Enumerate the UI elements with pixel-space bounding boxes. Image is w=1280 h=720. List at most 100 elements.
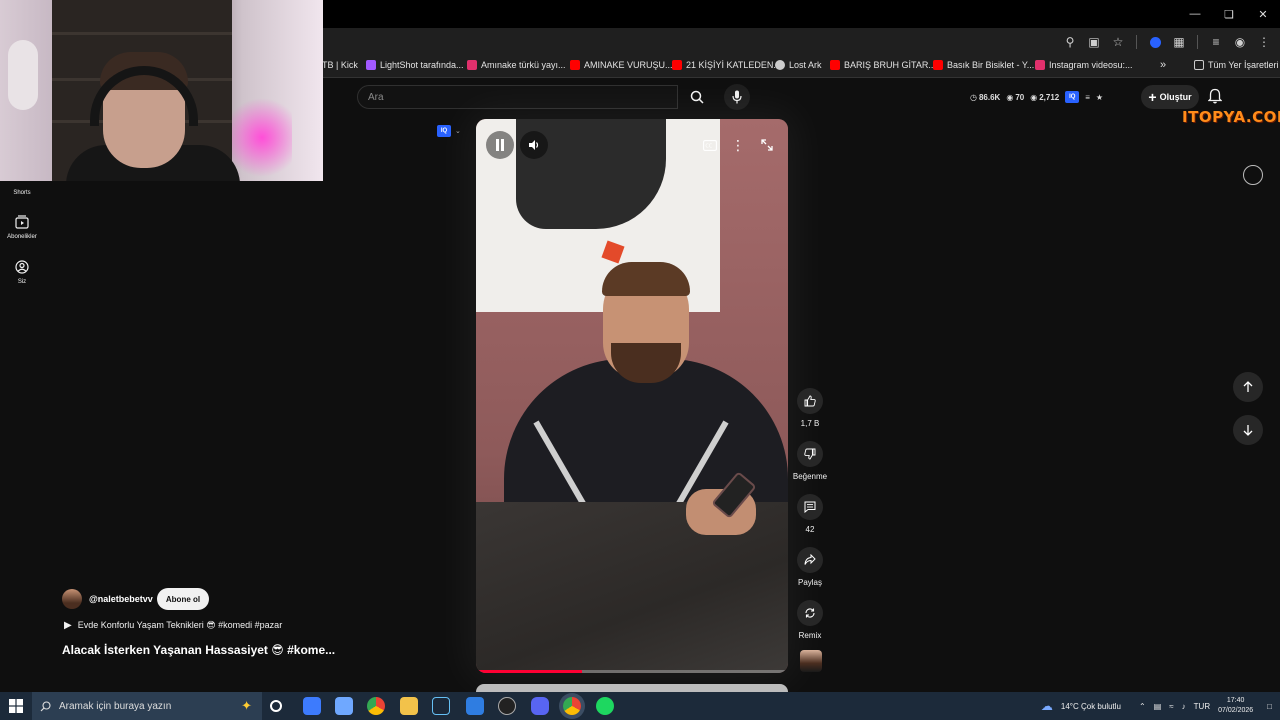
- instagram-icon: [1035, 60, 1045, 70]
- account-avatar[interactable]: [1243, 165, 1263, 185]
- windows-icon: [9, 699, 23, 713]
- zoom-icon[interactable]: ⚲: [1060, 32, 1080, 52]
- start-button[interactable]: [0, 692, 32, 720]
- bookmark-item[interactable]: Lost Ark: [775, 60, 822, 70]
- search-icon: [40, 700, 51, 711]
- views-stat: 86.6K: [978, 92, 1001, 102]
- comments-button[interactable]: 42: [790, 494, 830, 534]
- app-icon[interactable]: [303, 697, 321, 715]
- channel-avatar[interactable]: [62, 589, 82, 609]
- app-icon[interactable]: [498, 697, 516, 715]
- windows-taskbar: Aramak için buraya yazın ✦ ☁ 14°C Çok bu…: [0, 692, 1280, 720]
- star-icon[interactable]: ☆: [1108, 32, 1128, 52]
- instagram-icon: [467, 60, 477, 70]
- captions-button[interactable]: CC: [696, 131, 724, 159]
- create-button[interactable]: + Oluştur: [1141, 85, 1199, 109]
- guide-subscriptions[interactable]: Abonelikler: [0, 214, 44, 240]
- bookmark-item[interactable]: LightShot tarafında...: [366, 60, 464, 70]
- file-explorer-icon[interactable]: [400, 697, 418, 715]
- search-input[interactable]: Ara: [357, 85, 678, 109]
- bookmark-item[interactable]: AMINAKE VURUŞU...: [570, 60, 673, 70]
- close-button[interactable]: ✕: [1246, 0, 1280, 28]
- network-icon[interactable]: ▤: [1154, 702, 1162, 711]
- like-button[interactable]: 1,7 B: [790, 388, 830, 428]
- extension-iq-icon[interactable]: [1145, 32, 1165, 52]
- next-short-preview[interactable]: [476, 684, 788, 692]
- channel-avatar-thumb[interactable]: [800, 650, 822, 672]
- bookmark-item[interactable]: TB | Kick: [322, 60, 358, 70]
- subscribe-button[interactable]: Abone ol: [157, 588, 209, 610]
- clock-date: 07/02/2026: [1218, 707, 1254, 714]
- bookmark-item[interactable]: BARIŞ BRUH GİTAR...: [830, 60, 936, 70]
- chrome-icon[interactable]: [367, 697, 385, 715]
- profile-icon[interactable]: ◉: [1230, 32, 1250, 52]
- list-icon[interactable]: ≡: [1085, 93, 1090, 102]
- arrow-up-icon: [1243, 381, 1253, 392]
- all-bookmarks-folder[interactable]: Tüm Yer İşaretleri: [1194, 60, 1279, 70]
- guide-you[interactable]: Siz: [0, 259, 44, 285]
- weather-icon: ☁: [1040, 699, 1053, 713]
- youtube-icon: [830, 60, 840, 70]
- install-app-icon[interactable]: ▣: [1084, 32, 1104, 52]
- weather-text[interactable]: 14°C Çok bulutlu: [1061, 702, 1121, 711]
- bookmarks-overflow-icon[interactable]: »: [1160, 59, 1166, 71]
- voice-search-button[interactable]: [724, 84, 750, 110]
- shorts-player[interactable]: CC ⋮: [476, 119, 788, 673]
- trophy-icon[interactable]: ★: [1096, 93, 1103, 102]
- cortana-icon[interactable]: [270, 700, 282, 712]
- previous-short-button[interactable]: [1233, 372, 1263, 402]
- store-icon[interactable]: [335, 697, 353, 715]
- clock-icon: ◷: [970, 92, 977, 102]
- app-icon[interactable]: [466, 697, 484, 715]
- pause-icon: [496, 139, 504, 151]
- iq-player-badge[interactable]: IQ ⌄: [437, 125, 461, 137]
- pause-button[interactable]: [486, 131, 514, 159]
- dislike-button[interactable]: Beğenme: [790, 441, 830, 481]
- svg-text:CC: CC: [705, 143, 712, 149]
- bookmark-item[interactable]: Instagram videosu:...: [1035, 60, 1133, 70]
- volume-icon: [529, 140, 539, 150]
- video-title[interactable]: Alacak İsterken Yaşanan Hassasiyet 😎 #ko…: [62, 643, 335, 657]
- discord-icon[interactable]: [531, 697, 549, 715]
- menu-dots-icon[interactable]: ⋮: [1254, 32, 1274, 52]
- more-vert-icon: ⋮: [731, 136, 745, 153]
- thumbs-up-icon: [797, 388, 823, 414]
- language-indicator[interactable]: TUR: [1194, 702, 1210, 711]
- youtube-icon: [933, 60, 943, 70]
- more-options-button[interactable]: ⋮: [724, 131, 752, 159]
- bookmark-item[interactable]: Amınake türkü yayı...: [467, 60, 566, 70]
- subs-stat: 2,712: [1039, 92, 1060, 102]
- search-button[interactable]: [678, 85, 716, 109]
- extension-stats: ◷ 86.6K ◉ 70 ◉ 2,712 IQ ≡ ★: [970, 91, 1103, 103]
- minimize-button[interactable]: —: [1178, 0, 1212, 28]
- spotify-icon[interactable]: [596, 697, 614, 715]
- progress-bar-fill: [476, 670, 583, 673]
- media-control-icon[interactable]: ≡: [1206, 32, 1226, 52]
- mic-icon: [732, 90, 742, 104]
- notifications-button[interactable]: [1207, 88, 1223, 109]
- taskbar-search[interactable]: Aramak için buraya yazın ✦: [32, 692, 262, 720]
- bookmark-item[interactable]: Basık Bir Bisiklet - Y...: [933, 60, 1034, 70]
- fullscreen-button[interactable]: [753, 131, 781, 159]
- system-tray: ☁ 14°C Çok bulutlu ⌃ ▤ ≈ ♪ TUR 17:40 07/…: [1041, 692, 1280, 720]
- restore-button[interactable]: ❏: [1212, 0, 1246, 28]
- chevron-up-icon[interactable]: ⌃: [1139, 702, 1146, 711]
- notification-center-icon[interactable]: □: [1267, 702, 1272, 711]
- volume-button[interactable]: [520, 131, 548, 159]
- bookmark-item[interactable]: 21 KİŞİYİ KATLEDEN...: [672, 60, 781, 70]
- chrome-active-icon[interactable]: [563, 697, 581, 715]
- comment-icon: [797, 494, 823, 520]
- iq-extension-icon[interactable]: IQ: [1065, 91, 1080, 103]
- remix-button[interactable]: Remix: [790, 600, 830, 640]
- wifi-icon[interactable]: ≈: [1169, 702, 1173, 711]
- captions-icon: CC: [703, 139, 717, 151]
- clock[interactable]: 17:40 07/02/2026: [1218, 696, 1253, 716]
- speaker-icon[interactable]: ♪: [1182, 702, 1186, 711]
- video-description[interactable]: ▶ Evde Konforlu Yaşam Teknikleri 😎 #kome…: [64, 620, 282, 631]
- extensions-puzzle-icon[interactable]: ▦: [1169, 32, 1189, 52]
- next-short-button[interactable]: [1233, 415, 1263, 445]
- channel-handle[interactable]: @naletbebetvv: [89, 594, 153, 604]
- steam-icon[interactable]: [432, 697, 450, 715]
- share-button[interactable]: Paylaş: [790, 547, 830, 587]
- lightshot-icon: [366, 60, 376, 70]
